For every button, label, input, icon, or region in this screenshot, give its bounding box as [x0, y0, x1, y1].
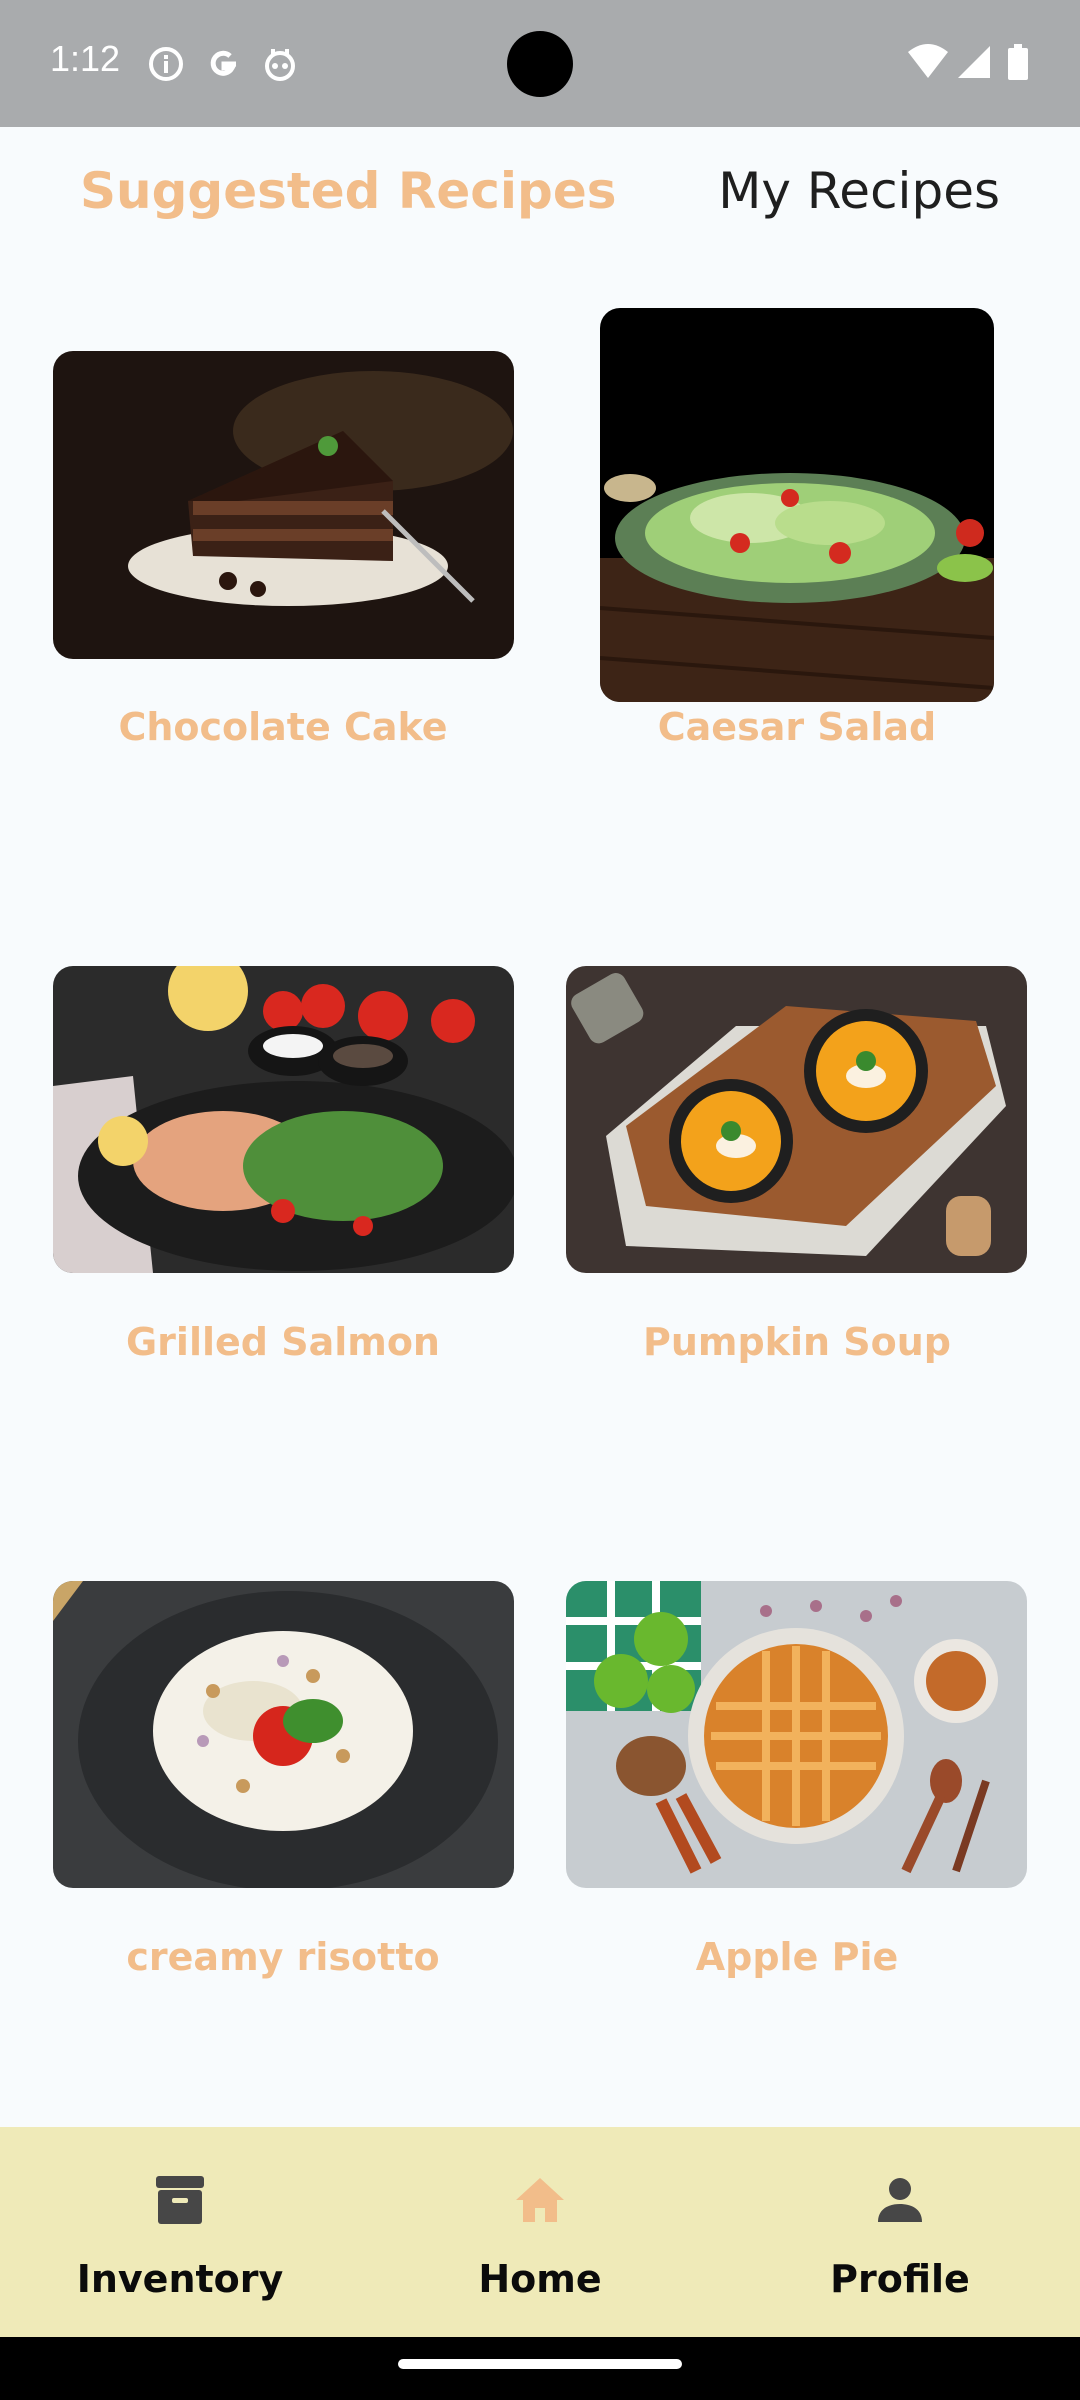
archive-box-icon: [156, 2176, 204, 2224]
apple-pie-photo[interactable]: [566, 1581, 1027, 1888]
recipe-name: Caesar Salad: [657, 705, 937, 749]
caesar-salad-photo[interactable]: [600, 308, 994, 702]
battery-icon: [1008, 44, 1028, 80]
bottom-navigation: Inventory Home Profile: [0, 2127, 1080, 2337]
signal-icon: [958, 46, 990, 78]
grilled-salmon-photo[interactable]: [53, 966, 514, 1273]
nav-label: Home: [478, 2257, 602, 2301]
nav-item-profile[interactable]: Profile: [720, 2127, 1080, 2337]
chocolate-cake-photo[interactable]: [53, 351, 514, 659]
system-icons: [908, 44, 1028, 80]
pumpkin-soup-photo[interactable]: [566, 966, 1027, 1273]
nav-label: Profile: [830, 2257, 970, 2301]
nav-item-inventory[interactable]: Inventory: [0, 2127, 360, 2337]
robot-icon: [265, 49, 295, 81]
tab-my-recipes[interactable]: My Recipes: [718, 162, 1000, 220]
recipe-name: Apple Pie: [695, 1935, 899, 1979]
creamy-risotto-photo[interactable]: [53, 1581, 514, 1888]
tab-suggested-recipes[interactable]: Suggested Recipes: [80, 162, 617, 220]
recipe-name: Pumpkin Soup: [642, 1320, 951, 1364]
nav-label: Inventory: [76, 2257, 284, 2301]
recipe-name: Chocolate Cake: [118, 705, 448, 749]
status-time: 1:12: [50, 38, 121, 79]
front-camera: [507, 31, 573, 97]
recipe-name: Grilled Salmon: [125, 1320, 440, 1364]
recipe-name: creamy risotto: [126, 1935, 440, 1979]
person-icon: [878, 2178, 922, 2222]
google-icon: [210, 50, 237, 76]
info-icon: [149, 47, 183, 81]
nav-item-home[interactable]: Home: [360, 2127, 720, 2337]
home-gesture-indicator[interactable]: [398, 2359, 682, 2369]
home-icon: [516, 2178, 564, 2222]
status-bar: 1:12: [0, 0, 1080, 127]
wifi-icon: [908, 44, 948, 78]
